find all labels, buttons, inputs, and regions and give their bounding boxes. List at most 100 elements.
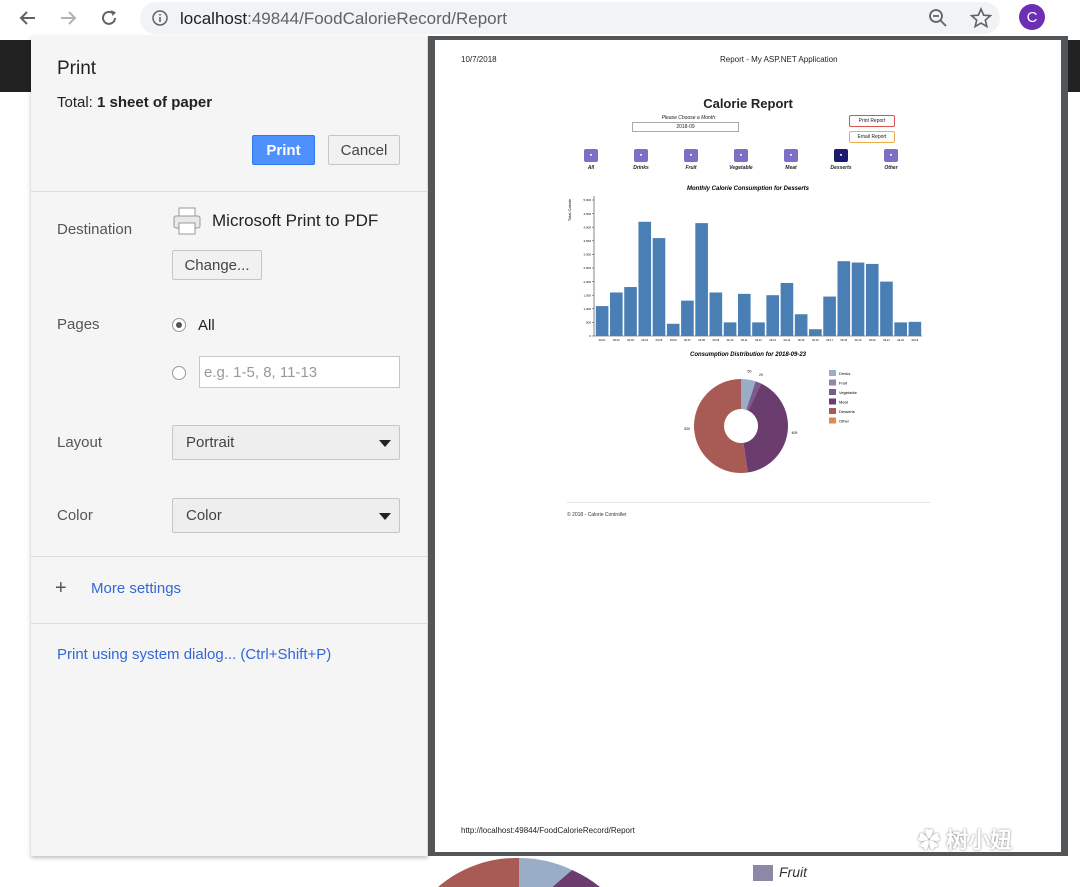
pie-chart-title: Consumption Distribution for 2018-09-23 (690, 352, 807, 358)
report-charts: Monthly Calorie Consumption for Desserts… (567, 186, 922, 473)
bar (723, 322, 737, 336)
x-tick-label: 09-01 (599, 338, 606, 342)
forward-icon[interactable] (54, 4, 82, 32)
bar (681, 300, 694, 336)
y-tick-label: 500 (586, 321, 591, 325)
watermark: ✿ 树小妞 (918, 828, 1013, 853)
x-tick-label: 09-14 (784, 338, 791, 342)
printer-icon (173, 207, 201, 235)
x-tick-label: 09-04 (641, 338, 648, 342)
info-icon[interactable] (152, 10, 168, 26)
y-tick-label: 2,000 (583, 280, 591, 284)
plus-icon: + (55, 577, 67, 599)
x-tick-label: 09-07 (684, 338, 691, 342)
pie-value-label: 20 (759, 373, 763, 377)
system-dialog-link[interactable]: Print using system dialog... (Ctrl+Shift… (57, 646, 331, 663)
sheet-total: Total: 1 sheet of paper (57, 94, 213, 111)
x-tick-label: 09-08 (698, 338, 705, 342)
destination-label: Destination (57, 221, 133, 238)
y-tick-label: 0 (589, 334, 591, 338)
cancel-button[interactable]: Cancel (328, 135, 400, 165)
print-footer-url: http://localhost:49844/FoodCalorieRecord… (461, 826, 635, 835)
bar (709, 292, 723, 336)
print-button[interactable]: Print (252, 135, 315, 165)
legend-label: Vegetable (839, 390, 858, 395)
bar (752, 322, 765, 336)
pie-value-label: 405 (791, 431, 797, 435)
bar-chart-ylabel: Total Calorie (567, 198, 572, 221)
layout-label: Layout (57, 434, 103, 451)
chevron-down-icon (379, 440, 391, 447)
legend-swatch (829, 417, 836, 424)
back-icon[interactable] (14, 4, 42, 32)
more-settings-toggle[interactable]: + More settings (55, 577, 181, 600)
reload-icon[interactable] (95, 4, 123, 32)
pie-slice (694, 379, 748, 473)
bar (780, 282, 794, 336)
legend-swatch (829, 398, 836, 405)
legend-label: Desserts (839, 409, 855, 414)
layout-select[interactable]: Portrait (172, 425, 400, 460)
legend-swatch (829, 389, 836, 395)
y-tick-label: 1,500 (583, 293, 591, 297)
background-pie-chart (438, 857, 773, 887)
color-value: Color (186, 507, 222, 524)
bar (737, 293, 751, 336)
bar (823, 296, 836, 336)
bar (908, 321, 922, 336)
bar (595, 306, 609, 336)
bar (837, 261, 851, 336)
profile-avatar[interactable]: C (1019, 4, 1045, 30)
bar (894, 322, 907, 336)
legend-swatch (829, 370, 836, 376)
change-destination-button[interactable]: Change... (172, 250, 262, 280)
destination-value: Microsoft Print to PDF (212, 211, 379, 230)
address-bar[interactable]: localhost:49844/FoodCalorieRecord/Report (140, 2, 1000, 34)
pages-label: Pages (57, 316, 100, 333)
bar-chart-title: Monthly Calorie Consumption for Desserts (687, 186, 810, 192)
x-tick-label: 09-22 (897, 338, 904, 342)
footer-divider (567, 502, 930, 503)
y-tick-label: 2,500 (583, 266, 591, 270)
legend-swatch (829, 408, 836, 414)
legend-label: Fruit (839, 380, 848, 385)
x-tick-label: 09-09 (713, 338, 720, 342)
legend-label: Drinks (839, 371, 850, 376)
copyright: © 2018 - Calorie Controller (567, 512, 627, 518)
legend-label: Other (839, 418, 850, 423)
x-tick-label: 09-15 (798, 338, 805, 342)
zoom-icon[interactable] (928, 8, 948, 28)
y-tick-label: 4,000 (583, 225, 591, 229)
x-tick-label: 09-12 (755, 338, 762, 342)
pages-custom-radio[interactable] (172, 366, 186, 380)
x-tick-label: 09-16 (812, 338, 819, 342)
y-tick-label: 4,500 (583, 212, 591, 216)
browser-toolbar: localhost:49844/FoodCalorieRecord/Report… (0, 0, 1080, 36)
background-page: Fruit (0, 856, 1080, 887)
bar (766, 295, 780, 336)
bookmark-star-icon[interactable] (970, 7, 992, 29)
pages-all-radio[interactable] (172, 318, 186, 332)
y-tick-label: 3,000 (583, 253, 591, 257)
layout-value: Portrait (186, 434, 235, 451)
x-tick-label: 09-02 (613, 338, 620, 342)
print-title: Print (57, 58, 97, 79)
pie-value-label: 50 (748, 370, 752, 374)
bar (794, 314, 808, 336)
x-tick-label: 09-23 (912, 338, 919, 342)
bar (624, 287, 637, 336)
bar (880, 281, 893, 336)
background-legend-fruit: Fruit (779, 864, 807, 880)
x-tick-label: 09-06 (670, 338, 677, 342)
x-tick-label: 09-18 (840, 338, 847, 342)
bar (809, 329, 822, 336)
y-tick-label: 5,000 (583, 198, 591, 202)
pages-range-input[interactable] (199, 356, 400, 388)
url-text: localhost:49844/FoodCalorieRecord/Report (180, 9, 507, 28)
print-settings-panel: Print Total: 1 sheet of paper Print Canc… (31, 36, 428, 856)
bar (666, 323, 680, 336)
bar (695, 223, 708, 336)
y-tick-label: 3,500 (583, 239, 591, 243)
bar (638, 221, 652, 336)
color-select[interactable]: Color (172, 498, 400, 533)
